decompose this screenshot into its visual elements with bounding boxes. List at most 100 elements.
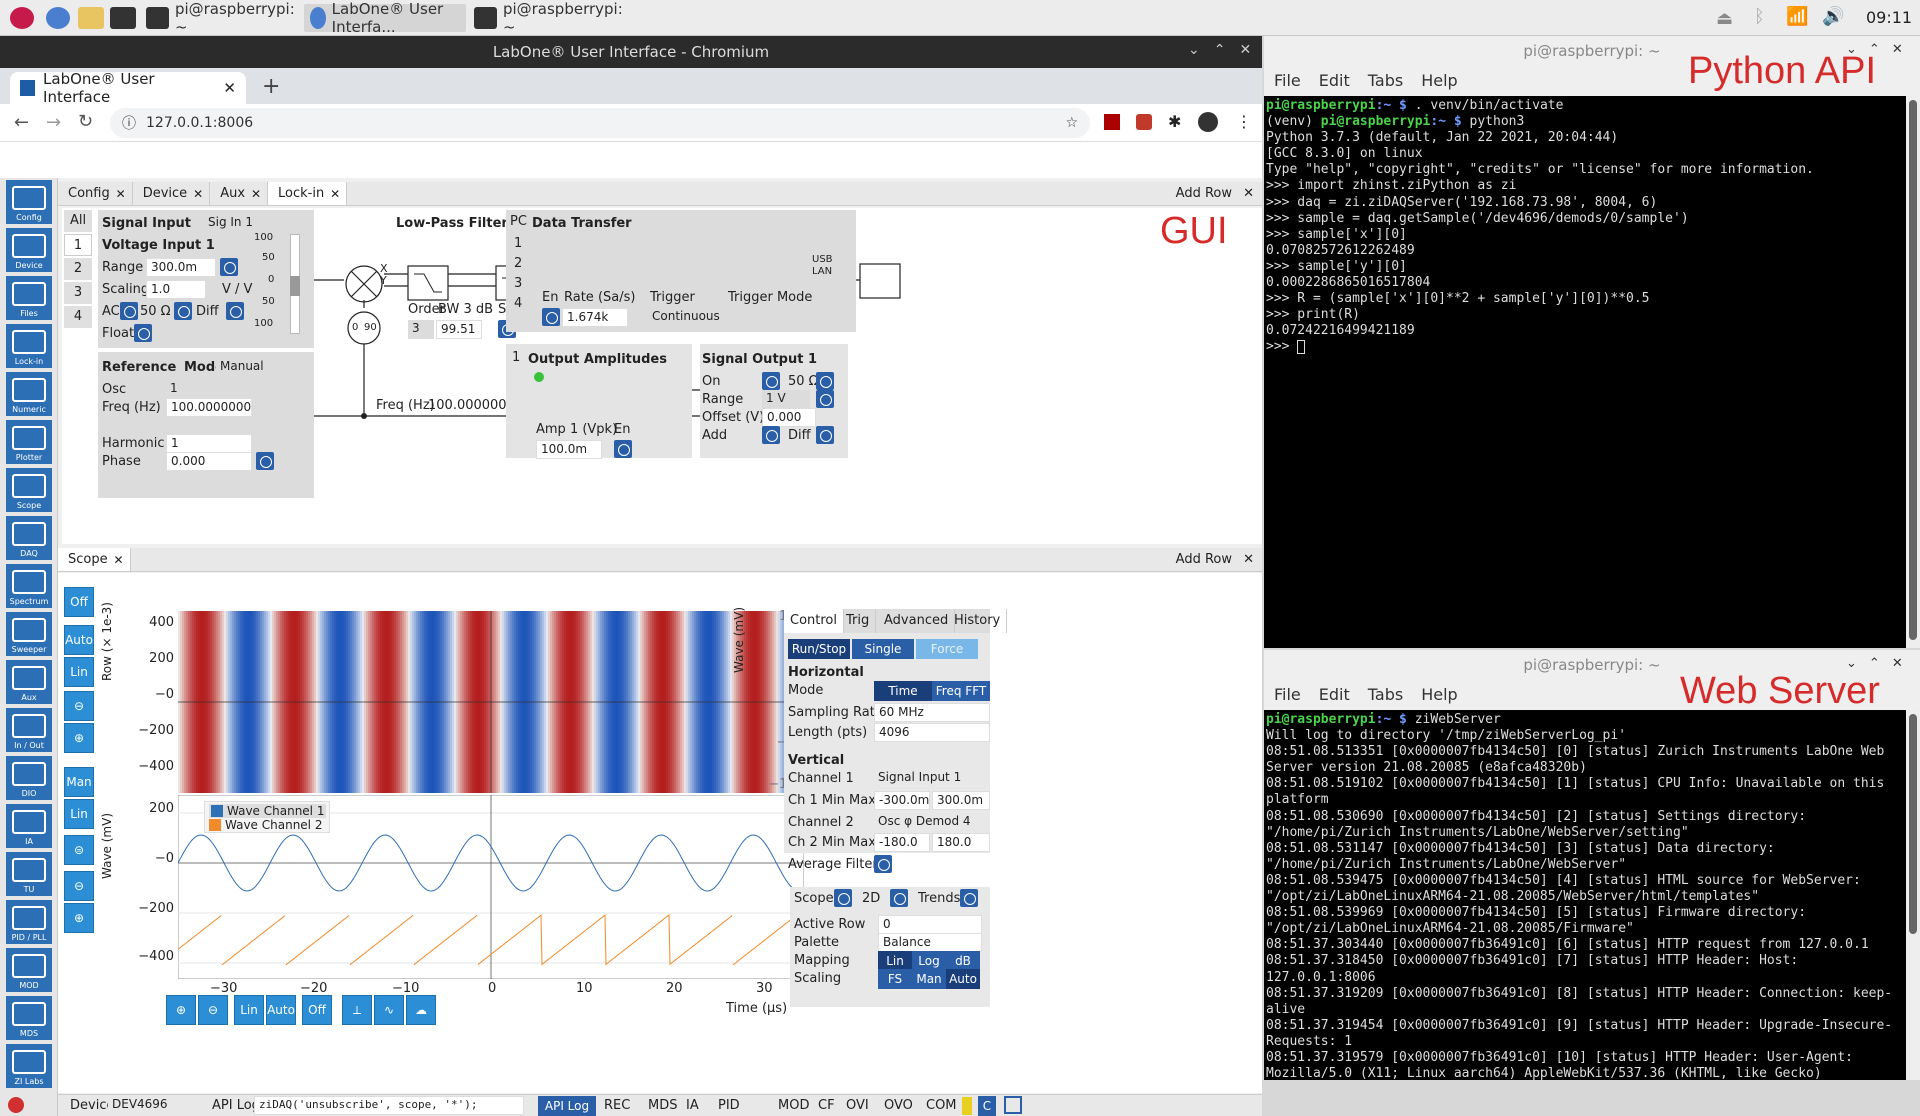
sidebar-item-ia[interactable]: IA <box>6 804 52 848</box>
osc-select[interactable]: 1 <box>166 380 252 399</box>
sidebar-item-pidpll[interactable]: PID / PLL <box>6 900 52 944</box>
sidebar-item-device[interactable]: Device <box>6 228 52 272</box>
tab-scope[interactable]: Scope ✕ <box>58 548 131 571</box>
dt-row-1[interactable]: 1 <box>514 236 522 251</box>
menu-help[interactable]: Help <box>1421 66 1457 96</box>
ch1-min-field[interactable]: -300.0m <box>874 791 930 810</box>
harmonic-field[interactable]: 1 <box>166 434 252 453</box>
menu-kebab-icon[interactable]: ⋮ <box>1236 112 1252 131</box>
api-log-button[interactable]: API Log <box>538 1096 596 1116</box>
mode-select[interactable]: Manual <box>216 358 272 377</box>
zoom-in-icon[interactable]: ⊕ <box>64 723 94 753</box>
minimize-icon[interactable]: ⌄ <box>1846 656 1869 671</box>
ublock-icon[interactable] <box>1136 114 1152 130</box>
zoom-fit-icon[interactable]: ⊜ <box>64 835 94 865</box>
zoom-out-icon[interactable]: ⊖ <box>64 691 94 721</box>
bluetooth-icon[interactable]: ᛒ <box>1754 6 1765 27</box>
volume-icon[interactable]: 🔊 <box>1822 6 1844 27</box>
close-icon[interactable]: ✕ <box>1239 42 1265 58</box>
menu-edit[interactable]: Edit <box>1319 66 1350 96</box>
forward-icon[interactable]: → <box>46 112 61 133</box>
sidebar-item-aux[interactable]: Aux <box>6 660 52 704</box>
trigger-select[interactable]: Continuous <box>648 308 722 327</box>
terminal-output-webserver[interactable]: pi@raspberrypi:~ $ ziWebServer Will log … <box>1264 710 1906 1080</box>
output-on-toggle[interactable] <box>762 372 780 390</box>
scope-tool-off[interactable]: Off <box>64 587 94 617</box>
tab-close-icon[interactable]: ✕ <box>223 79 236 97</box>
menu-tabs[interactable]: Tabs <box>1368 680 1403 710</box>
ch2-min-field[interactable]: -180.0 <box>874 833 930 852</box>
tab-display-2d[interactable]: 2D <box>862 891 880 906</box>
sidebar-item-sweeper[interactable]: Sweeper <box>6 612 52 656</box>
scrollbar-thumb[interactable] <box>1909 100 1917 640</box>
row-tab-all[interactable]: All <box>64 210 92 232</box>
raspberry-menu-icon[interactable] <box>4 4 40 32</box>
device-select[interactable]: DEV4696 <box>108 1096 174 1115</box>
mapping-log-button[interactable]: Log <box>912 951 946 971</box>
sidebar-item-mod[interactable]: MOD <box>6 948 52 992</box>
close-icon[interactable]: ✕ <box>1892 42 1915 57</box>
mapping-lin-button[interactable]: Lin <box>878 951 912 971</box>
terminal-output-python[interactable]: pi@raspberrypi:~ $ . venv/bin/activate (… <box>1264 96 1906 648</box>
dt-row-4[interactable]: 4 <box>514 296 522 311</box>
scrollbar[interactable] <box>1906 710 1920 1080</box>
scope-display-toggle[interactable] <box>834 889 852 907</box>
tab-lockin[interactable]: Lock-in ✕ <box>268 182 348 205</box>
signal-input-select[interactable]: Sig In 1 <box>204 214 284 233</box>
force-button[interactable]: Force <box>916 639 978 659</box>
menu-file[interactable]: File <box>1274 66 1301 96</box>
browser-tab[interactable]: LabOne® User Interface ✕ <box>10 70 246 106</box>
tab-config[interactable]: Config ✕ <box>58 182 133 205</box>
omnibox[interactable]: ⓘ 127.0.0.1:8006 ☆ <box>110 108 1090 138</box>
dt-row-2[interactable]: 2 <box>514 256 522 271</box>
scrollbar-thumb[interactable] <box>1909 714 1917 934</box>
menu-file[interactable]: File <box>1274 680 1301 710</box>
fullscreen-icon[interactable] <box>1004 1096 1022 1114</box>
sidebar-item-spectrum[interactable]: Spectrum <box>6 564 52 608</box>
ac-toggle[interactable] <box>120 302 138 320</box>
phase-field[interactable]: 0.000 <box>166 452 252 471</box>
oa-row-1[interactable]: 1 <box>512 350 520 365</box>
sidebar-item-dio[interactable]: DIO <box>6 756 52 800</box>
palette-select[interactable]: Balance <box>878 933 982 952</box>
auto-range-toggle[interactable] <box>220 258 238 276</box>
scaling-fs-button[interactable]: FS <box>878 969 912 989</box>
phase-autozero-toggle[interactable] <box>256 452 274 470</box>
row-tab-3[interactable]: 3 <box>64 282 92 304</box>
cursor-icon[interactable]: ⟂ <box>342 995 372 1025</box>
output-diff-toggle[interactable] <box>816 426 834 444</box>
math-icon[interactable]: ∿ <box>374 995 404 1025</box>
legend-item-1[interactable]: Wave Channel 1 <box>209 804 327 818</box>
scope-tool-auto[interactable]: Auto <box>64 625 94 655</box>
new-tab-icon[interactable]: + <box>262 74 280 99</box>
sidebar-item-mds[interactable]: MDS <box>6 996 52 1040</box>
taskbar-task-terminal-1[interactable]: pi@raspberrypi: ~ <box>140 0 302 36</box>
tab-trig[interactable]: Trig <box>840 609 877 633</box>
freq-field[interactable]: 100.00000000k <box>166 398 252 417</box>
output-ohm-toggle[interactable] <box>816 372 834 390</box>
ch2-select[interactable]: Osc φ Demod 4 <box>874 813 976 832</box>
legend-item-2[interactable]: Wave Channel 2 <box>209 818 322 832</box>
power-icon[interactable] <box>8 1097 24 1113</box>
x-scale-off[interactable]: Off <box>302 995 332 1025</box>
sidebar-item-daq[interactable]: DAQ <box>6 516 52 560</box>
dt-row-3[interactable]: 3 <box>514 276 522 291</box>
tab-close-icon[interactable]: ✕ <box>193 182 203 206</box>
float-toggle[interactable] <box>134 324 152 342</box>
back-icon[interactable]: ← <box>14 112 29 133</box>
sidebar-item-zilabs[interactable]: ZI Labs <box>6 1044 52 1088</box>
close-icon[interactable]: ✕ <box>1892 656 1915 671</box>
tab-device[interactable]: Device ✕ <box>133 182 211 206</box>
row-tab-2[interactable]: 2 <box>64 258 92 280</box>
tab-close-icon[interactable]: ✕ <box>251 182 261 206</box>
wifi-icon[interactable]: 📶 <box>1786 6 1808 27</box>
menu-edit[interactable]: Edit <box>1319 680 1350 710</box>
ch2-max-field[interactable]: 180.0 <box>932 833 990 852</box>
zoom-in-icon[interactable]: ⊕ <box>166 995 196 1025</box>
order-select[interactable]: 3 <box>408 320 434 339</box>
api-log-field[interactable]: ziDAQ('unsubscribe', scope, '*'); <box>254 1096 524 1115</box>
output-autorange-toggle[interactable] <box>816 390 834 408</box>
output-range-select[interactable]: 1 V <box>762 390 810 409</box>
cloud-save-icon[interactable]: ☁ <box>406 995 436 1025</box>
mode-time-button[interactable]: Time <box>874 681 932 701</box>
